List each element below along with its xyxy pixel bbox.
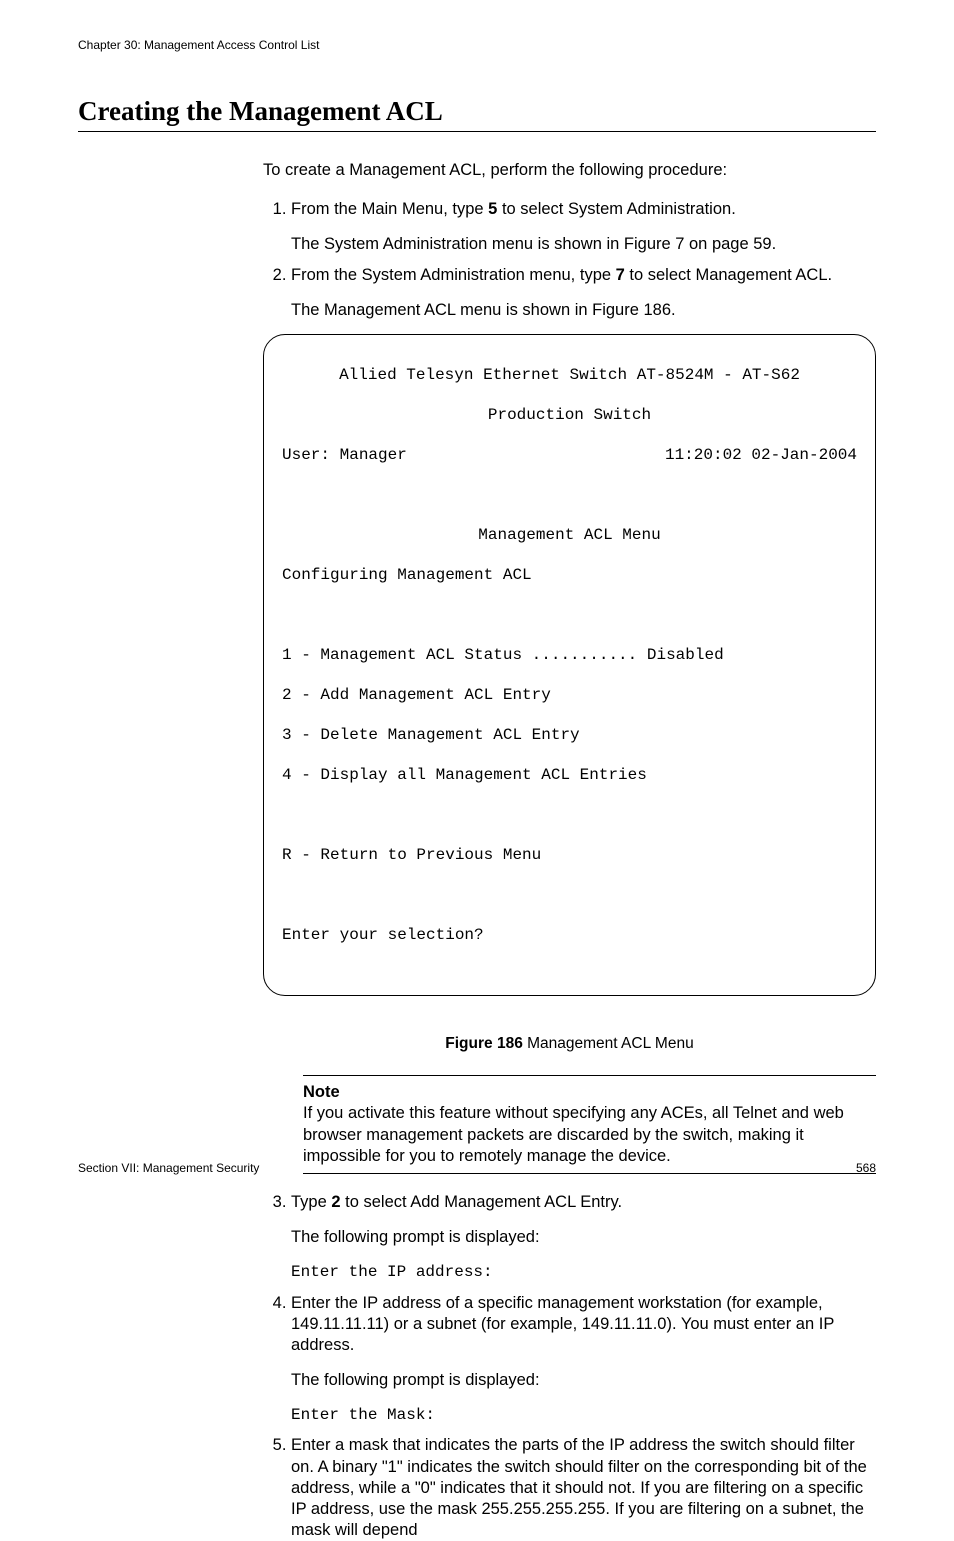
terminal-menu-title: Management ACL Menu bbox=[282, 525, 857, 545]
step-1: From the Main Menu, type 5 to select Sys… bbox=[291, 199, 876, 255]
intro-paragraph: To create a Management ACL, perform the … bbox=[263, 160, 876, 181]
step-2-key: 7 bbox=[616, 266, 625, 284]
note-box: Note If you activate this feature withou… bbox=[303, 1075, 876, 1173]
step-2-result: The Management ACL menu is shown in Figu… bbox=[291, 300, 876, 321]
terminal-banner-2: Production Switch bbox=[282, 405, 857, 425]
terminal-blank bbox=[282, 805, 857, 825]
page: Chapter 30: Management Access Control Li… bbox=[0, 0, 954, 1235]
terminal-timestamp: 11:20:02 02-Jan-2004 bbox=[665, 445, 857, 465]
terminal-prompt: Enter your selection? bbox=[282, 925, 857, 945]
procedure-list: From the Main Menu, type 5 to select Sys… bbox=[263, 199, 876, 321]
step-1-post: to select System Administration. bbox=[497, 200, 735, 218]
terminal-blank bbox=[282, 485, 857, 505]
procedure-list-cont: Type 2 to select Add Management ACL Entr… bbox=[263, 1192, 876, 1541]
terminal-option-1: 1 - Management ACL Status ........... Di… bbox=[282, 645, 857, 665]
step-3-post: to select Add Management ACL Entry. bbox=[341, 1193, 623, 1211]
step-3: Type 2 to select Add Management ACL Entr… bbox=[291, 1192, 876, 1283]
terminal-option-r: R - Return to Previous Menu bbox=[282, 845, 857, 865]
note-title: Note bbox=[303, 1082, 876, 1103]
step-1-result: The System Administration menu is shown … bbox=[291, 234, 876, 255]
terminal-screenshot: Allied Telesyn Ethernet Switch AT-8524M … bbox=[263, 334, 876, 996]
step-1-pre: From the Main Menu, type bbox=[291, 200, 488, 218]
step-2-post: to select Management ACL. bbox=[625, 266, 832, 284]
terminal-box: Allied Telesyn Ethernet Switch AT-8524M … bbox=[263, 334, 876, 996]
section-title: Creating the Management ACL bbox=[78, 96, 876, 132]
step-2: From the System Administration menu, typ… bbox=[291, 265, 876, 321]
step-5: Enter a mask that indicates the parts of… bbox=[291, 1435, 876, 1541]
step-3-prompt: Enter the IP address: bbox=[291, 1262, 876, 1282]
figure-caption: Figure 186 Management ACL Menu bbox=[263, 1034, 876, 1054]
figure-text: Management ACL Menu bbox=[523, 1035, 694, 1052]
step-2-text: From the System Administration menu, typ… bbox=[291, 266, 832, 284]
terminal-user: User: Manager bbox=[282, 445, 407, 465]
terminal-option-2: 2 - Add Management ACL Entry bbox=[282, 685, 857, 705]
terminal-blank bbox=[282, 885, 857, 905]
terminal-blank bbox=[282, 605, 857, 625]
footer-section: Section VII: Management Security bbox=[78, 1161, 259, 1175]
running-footer: Section VII: Management Security 568 bbox=[78, 1161, 876, 1175]
step-3-result: The following prompt is displayed: bbox=[291, 1227, 876, 1248]
step-4: Enter the IP address of a specific manag… bbox=[291, 1293, 876, 1426]
note-body: If you activate this feature without spe… bbox=[303, 1103, 876, 1166]
step-5-text: Enter a mask that indicates the parts of… bbox=[291, 1436, 867, 1538]
step-3-pre: Type bbox=[291, 1193, 331, 1211]
step-4-result: The following prompt is displayed: bbox=[291, 1370, 876, 1391]
terminal-option-3: 3 - Delete Management ACL Entry bbox=[282, 725, 857, 745]
terminal-user-row: User: Manager 11:20:02 02-Jan-2004 bbox=[282, 445, 857, 465]
step-3-key: 2 bbox=[331, 1193, 340, 1211]
body-column: To create a Management ACL, perform the … bbox=[263, 160, 876, 1541]
terminal-subtitle: Configuring Management ACL bbox=[282, 565, 857, 585]
footer-page-number: 568 bbox=[856, 1161, 876, 1175]
terminal-option-4: 4 - Display all Management ACL Entries bbox=[282, 765, 857, 785]
step-2-pre: From the System Administration menu, typ… bbox=[291, 266, 616, 284]
step-4-text: Enter the IP address of a specific manag… bbox=[291, 1294, 834, 1354]
step-3-text: Type 2 to select Add Management ACL Entr… bbox=[291, 1193, 622, 1211]
step-1-text: From the Main Menu, type 5 to select Sys… bbox=[291, 200, 736, 218]
step-4-prompt: Enter the Mask: bbox=[291, 1405, 876, 1425]
step-1-key: 5 bbox=[488, 200, 497, 218]
running-header: Chapter 30: Management Access Control Li… bbox=[78, 38, 876, 52]
figure-label: Figure 186 bbox=[445, 1035, 523, 1052]
terminal-banner-1: Allied Telesyn Ethernet Switch AT-8524M … bbox=[282, 365, 857, 385]
